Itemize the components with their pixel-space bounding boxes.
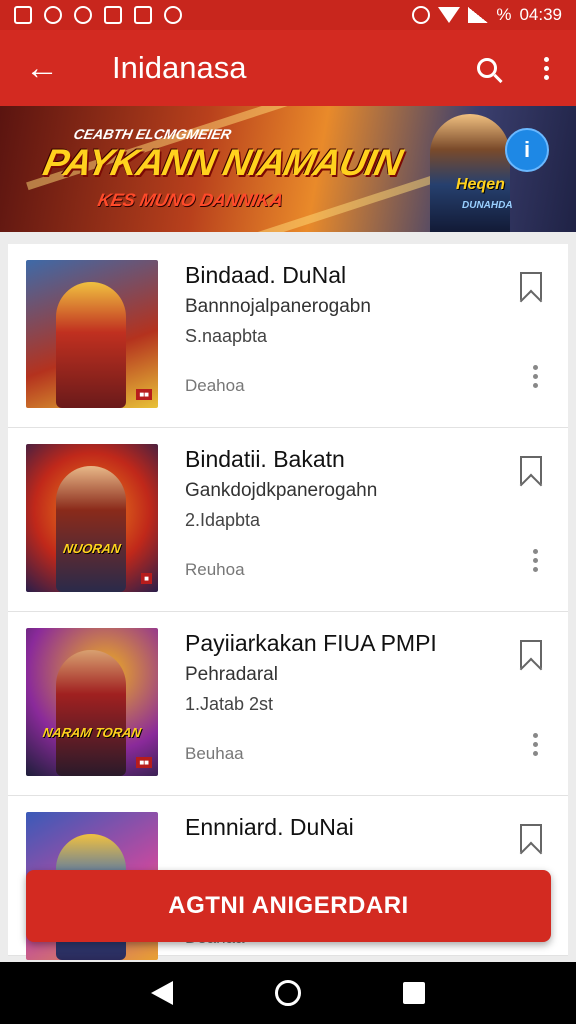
system-status: % 04:39 [412, 5, 562, 25]
item-more-button[interactable] [522, 540, 548, 580]
item-title: Bindatii. Bakatn [185, 446, 345, 472]
app-bar: ← Inidanasa [0, 30, 576, 106]
cover-text: NARAM TORAN [41, 725, 143, 740]
bookmark-icon [520, 272, 542, 300]
search-button[interactable] [458, 30, 516, 106]
d-app-icon [44, 6, 62, 24]
cover-text: NUORAN [62, 541, 122, 556]
info-icon[interactable]: i [505, 128, 549, 172]
item-title: Bindaad. DuNal [185, 262, 347, 288]
clock: 04:39 [519, 5, 562, 24]
item-title: Ennniard. DuNai [185, 814, 354, 840]
bookmark-button[interactable] [514, 640, 548, 680]
bookmark-button[interactable] [514, 456, 548, 496]
item-meta: 2.Idapbta [185, 510, 261, 530]
bookmark-icon [520, 824, 542, 852]
battery-percent: % [496, 5, 512, 24]
banner-hero-image [430, 114, 510, 232]
item-title: Payiiarkakan FIUA PMPI [185, 630, 437, 656]
page-title: Inidanasa [112, 50, 247, 85]
item-more-button[interactable] [522, 356, 548, 396]
s-app-icon [104, 6, 122, 24]
nav-back-icon[interactable] [151, 981, 173, 1005]
game-list: ■■ Bindaad. DuNal Bannnojalpanerogabn S.… [8, 244, 568, 960]
bookmark-icon [520, 456, 542, 484]
v-app-icon [164, 6, 182, 24]
cover-tag: ■ [141, 573, 152, 584]
more-vertical-icon [543, 56, 549, 62]
bookmark-icon [520, 640, 542, 668]
back-arrow-icon[interactable]: ← [0, 30, 84, 106]
banner-kicker: CEABTH ELCMGMEIER [72, 126, 233, 142]
list-item[interactable]: NARAM TORAN ■■ Payiiarkakan FIUA PMPI Pe… [8, 612, 568, 796]
primary-action-button[interactable]: AGTNI ANIGERDARI [26, 870, 551, 942]
banner-logo: Heqen [456, 176, 505, 193]
banner-logo-sub: DUNAHDA [462, 200, 513, 211]
item-status: Reuhoa [185, 560, 245, 579]
square-app-icon [134, 6, 152, 24]
overflow-menu-button[interactable] [516, 30, 576, 106]
system-nav-bar [0, 962, 576, 1024]
item-subtitle: Gankdojdkpanerogahn [185, 480, 378, 501]
search-icon [477, 58, 497, 78]
item-meta: 1.Jatab 2st [185, 694, 274, 714]
status-bar: % 04:39 [0, 0, 576, 30]
item-status: Beuhaa [185, 744, 244, 763]
item-subtitle: Bannnojalpanerogabn [185, 296, 371, 317]
mail-icon [14, 6, 32, 24]
banner-title: PAYKANN NIAMAUIN [39, 142, 406, 183]
list-item[interactable]: ■■ Bindaad. DuNal Bannnojalpanerogabn S.… [8, 244, 568, 428]
list-item[interactable]: NUORAN ■ Bindatii. Bakatn Gankdojdkpaner… [8, 428, 568, 612]
cover-image: ■■ [26, 260, 158, 408]
banner-subtitle: KES MUNO DANNIKA [95, 190, 286, 210]
nav-home-icon[interactable] [275, 980, 301, 1006]
cover-tag: ■■ [136, 389, 152, 400]
cover-image: NARAM TORAN ■■ [26, 628, 158, 776]
item-subtitle: Pehradaral [185, 664, 278, 685]
cover-tag: ■■ [136, 757, 152, 768]
record-icon [74, 6, 92, 24]
signal-icon [468, 7, 489, 23]
bookmark-button[interactable] [514, 824, 548, 864]
promo-banner[interactable]: CEABTH ELCMGMEIER PAYKANN NIAMAUIN KES M… [0, 106, 576, 232]
bookmark-button[interactable] [514, 272, 548, 312]
nav-recents-icon[interactable] [403, 982, 425, 1004]
item-status: Deahoa [185, 376, 245, 395]
cover-image: NUORAN ■ [26, 444, 158, 592]
notification-icons [14, 6, 182, 24]
alarm-icon [412, 6, 431, 24]
item-more-button[interactable] [522, 724, 548, 764]
wifi-icon [438, 7, 461, 23]
item-meta: S.naapbta [185, 326, 268, 346]
